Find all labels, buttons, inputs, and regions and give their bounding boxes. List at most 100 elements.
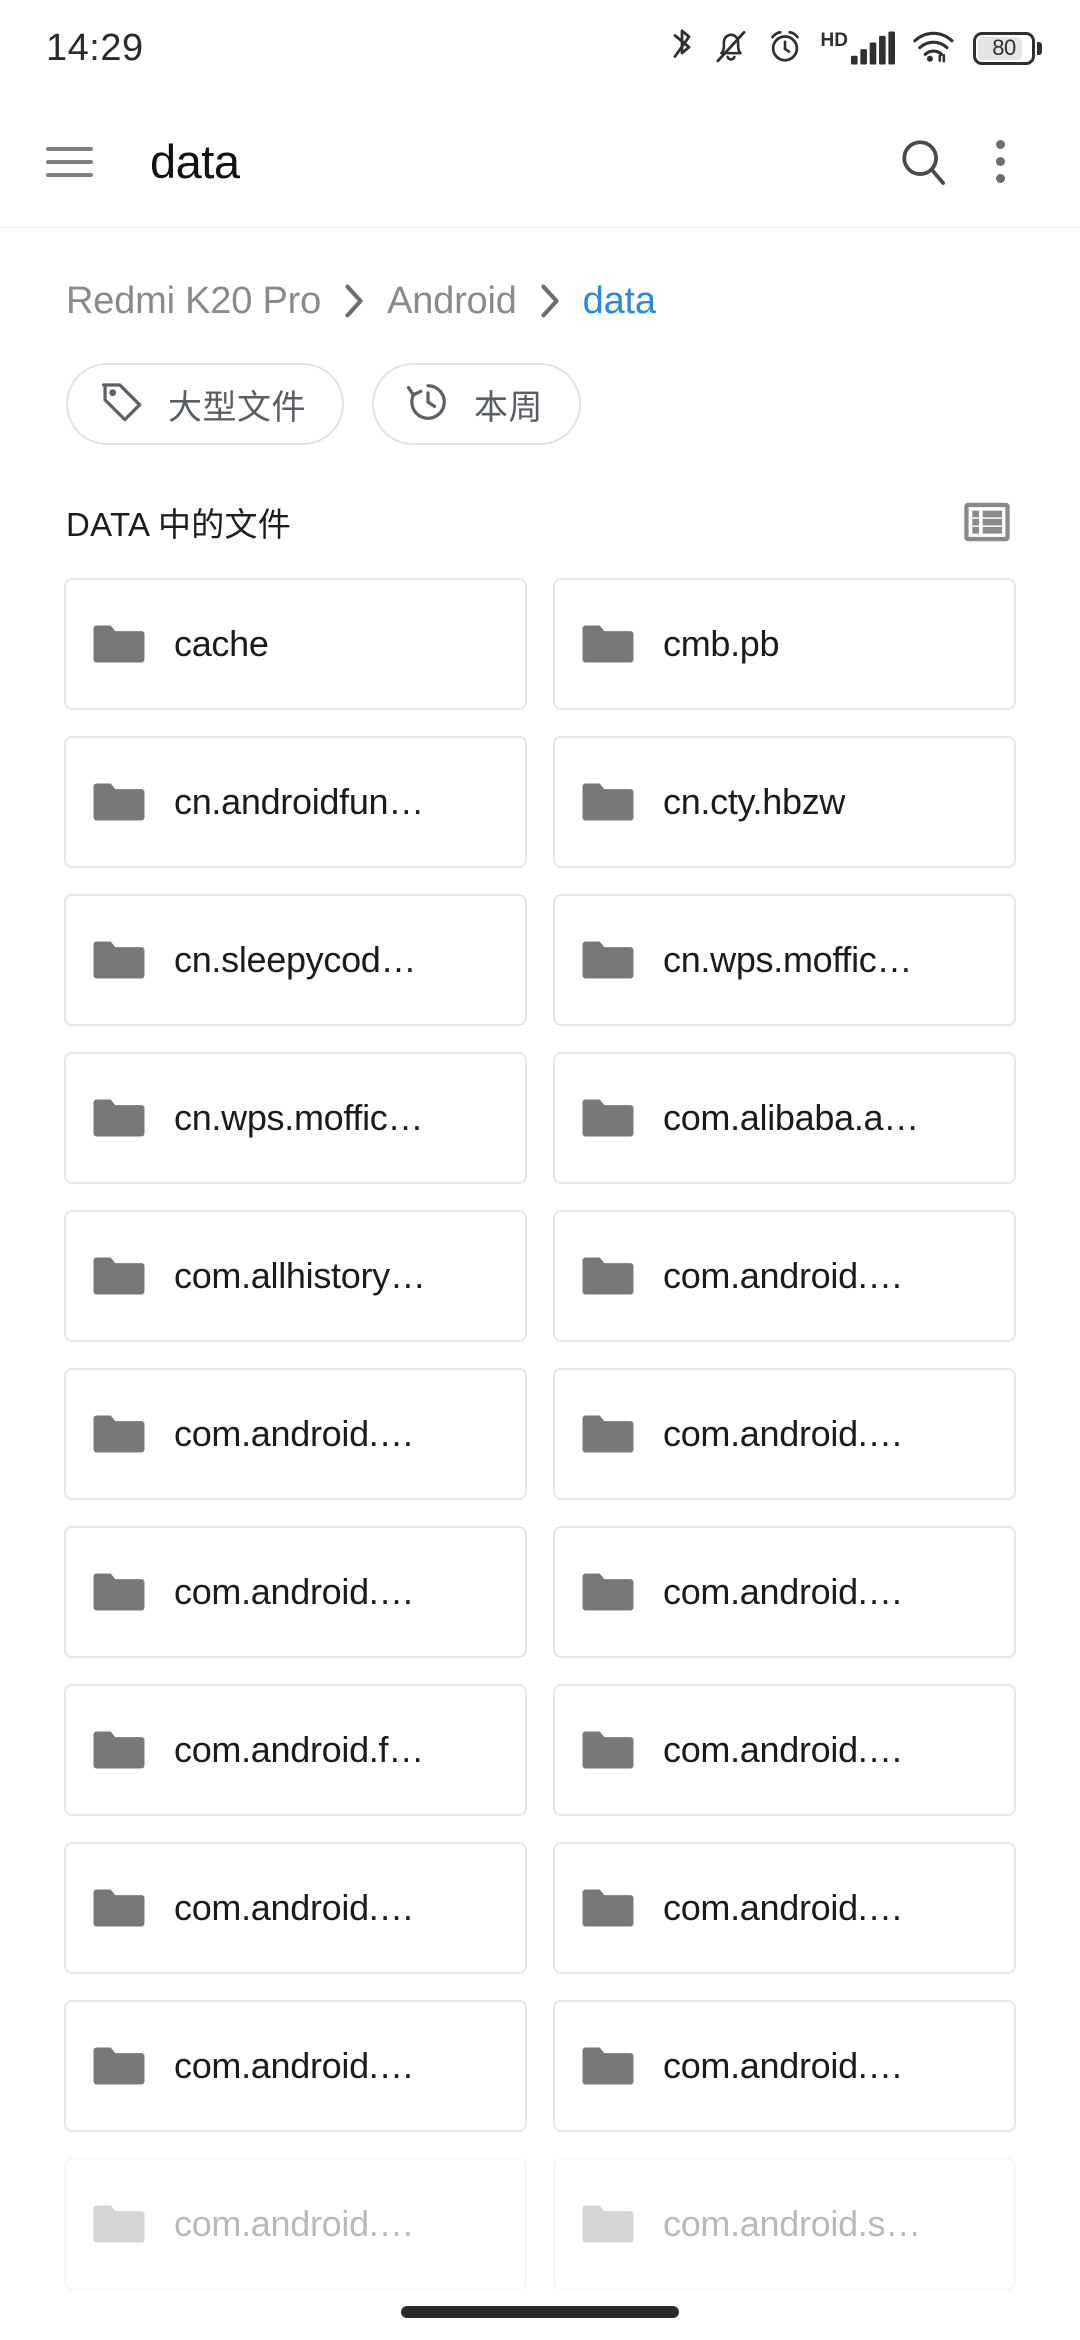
folder-icon [92, 1411, 146, 1457]
file-card[interactable]: com.android.f… [64, 1684, 527, 1816]
file-name: cache [174, 623, 269, 664]
file-name: cn.androidfun… [174, 781, 424, 822]
file-card[interactable]: com.android.… [553, 1210, 1016, 1342]
breadcrumb-item-device[interactable]: Redmi K20 Pro [66, 280, 321, 323]
file-card[interactable]: com.android.… [553, 1684, 1016, 1816]
folder-icon [581, 779, 635, 825]
page-title: data [150, 135, 240, 188]
file-card[interactable]: com.allhistory… [64, 1210, 527, 1342]
filter-chip-row: 大型文件 本周 [0, 332, 1080, 452]
file-name: cn.cty.hbzw [663, 781, 846, 822]
battery-icon: 80 [973, 31, 1042, 65]
file-card[interactable]: com.android.… [553, 1842, 1016, 1974]
folder-icon [581, 621, 635, 667]
file-name: com.alibaba.a… [663, 1097, 919, 1138]
section-title: DATA 中的文件 [66, 506, 292, 543]
file-card[interactable]: com.android.… [553, 1526, 1016, 1658]
file-card[interactable]: cn.androidfun… [64, 736, 527, 868]
chevron-right-icon [343, 284, 365, 318]
file-name: cmb.pb [663, 623, 780, 664]
folder-icon [581, 937, 635, 983]
file-card[interactable]: com.android.… [64, 1842, 527, 1974]
file-card[interactable]: com.android.… [553, 2000, 1016, 2132]
hd-signal-icon: HD [821, 31, 895, 65]
breadcrumb: Redmi K20 Pro Android data [0, 228, 1080, 332]
file-name: com.android.s… [663, 2203, 921, 2244]
file-card[interactable]: cn.wps.moffic… [553, 894, 1016, 1026]
status-bar: 14:29 HD 80 [0, 0, 1080, 96]
filter-chip-this-week[interactable]: 本周 [372, 363, 581, 445]
folder-icon [581, 1885, 635, 1931]
chevron-right-icon [539, 284, 561, 318]
file-card[interactable]: com.android.… [64, 2000, 527, 2132]
file-grid-container[interactable]: cache cmb.pb cn.androidfun… cn.cty.hbzw cn.s… [0, 556, 1080, 2340]
wifi-icon [912, 28, 956, 69]
file-card[interactable]: com.android.… [64, 1526, 527, 1658]
breadcrumb-item-data[interactable]: data [583, 280, 656, 323]
folder-icon [92, 621, 146, 667]
file-card[interactable]: com.android.… [64, 1368, 527, 1500]
file-name: cn.wps.moffic… [174, 1097, 424, 1138]
file-card[interactable]: com.android.… [64, 2158, 527, 2290]
file-card[interactable]: com.alibaba.a… [553, 1052, 1016, 1184]
folder-icon [92, 2201, 146, 2247]
file-name: com.android.… [174, 2045, 415, 2086]
file-card[interactable]: cmb.pb [553, 578, 1016, 710]
folder-icon [581, 1569, 635, 1615]
file-name: com.allhistory… [174, 1255, 426, 1296]
hamburger-menu-icon[interactable] [42, 134, 98, 190]
bluetooth-icon [668, 27, 696, 70]
folder-icon [581, 1253, 635, 1299]
file-card[interactable]: cache [64, 578, 527, 710]
file-name: com.android.… [663, 1887, 904, 1928]
file-grid: cache cmb.pb cn.androidfun… cn.cty.hbzw cn.s… [64, 578, 1016, 2290]
battery-level-text: 80 [992, 35, 1016, 60]
status-icon-tray: HD 80 [668, 27, 1042, 70]
file-name: com.android.… [663, 1255, 904, 1296]
folder-icon [581, 2201, 635, 2247]
phone-screen: 14:29 HD 80 data Redmi K20 Pro Android d… [0, 0, 1080, 2340]
folder-icon [581, 1411, 635, 1457]
file-name: com.android.… [174, 1571, 415, 1612]
overflow-menu-icon[interactable] [962, 124, 1038, 200]
filter-chip-this-week-label: 本周 [474, 388, 543, 427]
breadcrumb-item-android[interactable]: Android [387, 280, 517, 323]
folder-icon [581, 1095, 635, 1141]
folder-icon [92, 1885, 146, 1931]
app-bar: data [0, 96, 1080, 228]
folder-icon [92, 1727, 146, 1773]
file-name: com.android.… [663, 1571, 904, 1612]
file-name: com.android.f… [174, 1729, 424, 1770]
section-header: DATA 中的文件 [0, 452, 1080, 556]
folder-icon [581, 1727, 635, 1773]
folder-icon [92, 1569, 146, 1615]
file-card[interactable]: cn.sleepycod… [64, 894, 527, 1026]
folder-icon [92, 779, 146, 825]
bell-muted-icon [713, 27, 749, 70]
file-card[interactable]: cn.wps.moffic… [64, 1052, 527, 1184]
hd-label: HD [820, 30, 848, 51]
file-name: com.android.… [174, 2203, 415, 2244]
file-name: com.android.… [663, 2045, 904, 2086]
file-name: cn.wps.moffic… [663, 939, 913, 980]
folder-icon [92, 1253, 146, 1299]
file-name: com.android.… [663, 1729, 904, 1770]
file-name: com.android.… [174, 1413, 415, 1454]
file-name: com.android.… [174, 1887, 415, 1928]
filter-chip-large-files[interactable]: 大型文件 [66, 363, 344, 445]
file-name: com.android.… [663, 1413, 904, 1454]
folder-icon [92, 1095, 146, 1141]
file-name: cn.sleepycod… [174, 939, 417, 980]
file-card[interactable]: cn.cty.hbzw [553, 736, 1016, 868]
status-clock: 14:29 [46, 26, 144, 69]
file-card[interactable]: com.android.… [553, 1368, 1016, 1500]
folder-icon [92, 937, 146, 983]
folder-icon [581, 2043, 635, 2089]
tag-icon [98, 378, 146, 431]
list-view-icon[interactable] [956, 491, 1018, 553]
alarm-clock-icon [766, 27, 804, 70]
search-icon[interactable] [886, 124, 962, 200]
filter-chip-large-files-label: 大型文件 [168, 388, 306, 427]
file-card[interactable]: com.android.s… [553, 2158, 1016, 2290]
folder-icon [92, 2043, 146, 2089]
